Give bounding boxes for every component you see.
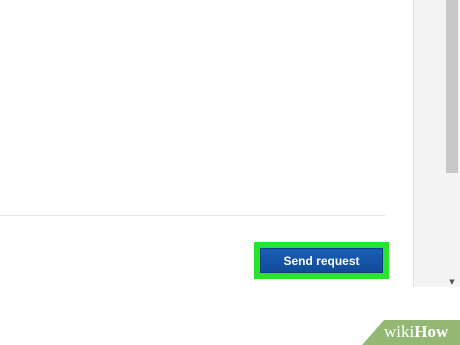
scrollbar-thumb[interactable] bbox=[446, 0, 458, 173]
send-request-button[interactable]: Send request bbox=[260, 248, 383, 273]
watermark-wiki: wiki bbox=[384, 322, 415, 341]
button-highlight: Send request bbox=[254, 242, 389, 279]
form-divider bbox=[0, 215, 385, 216]
chevron-down-icon[interactable]: ▼ bbox=[446, 278, 458, 287]
wikihow-logo: wikiHow bbox=[384, 322, 448, 342]
watermark-how: How bbox=[414, 322, 449, 341]
